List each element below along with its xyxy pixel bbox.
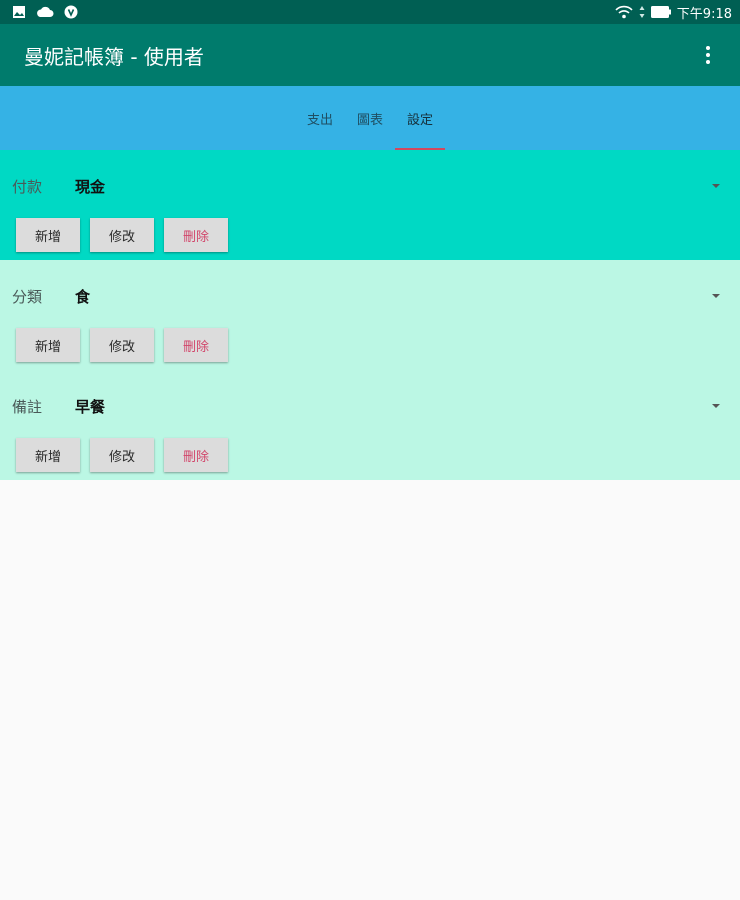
note-label: 備註 xyxy=(12,397,43,416)
note-field[interactable]: 備註 早餐 xyxy=(0,382,740,430)
payment-field[interactable]: 付款 現金 xyxy=(0,162,740,210)
payment-section: 付款 現金 新增 修改 刪除 xyxy=(0,150,740,260)
category-button-row: 新增 修改 刪除 xyxy=(16,328,228,362)
note-edit-button[interactable]: 修改 xyxy=(90,438,154,472)
payment-value[interactable]: 現金 xyxy=(75,176,105,197)
note-button-row: 新增 修改 刪除 xyxy=(16,438,228,472)
vpn-shield-icon xyxy=(64,5,78,19)
category-label: 分類 xyxy=(12,287,43,306)
tab-expense[interactable]: 支出 xyxy=(295,86,345,150)
payment-add-button[interactable]: 新增 xyxy=(16,218,80,252)
tab-settings[interactable]: 設定 xyxy=(395,86,445,150)
dropdown-arrow-icon[interactable] xyxy=(712,294,720,298)
app-bar: 曼妮記帳簿 - 使用者 xyxy=(0,24,740,86)
category-edit-button[interactable]: 修改 xyxy=(90,328,154,362)
category-field[interactable]: 分類 食 xyxy=(0,272,740,320)
payment-button-row: 新增 修改 刪除 xyxy=(16,218,228,252)
category-section: 分類 食 新增 修改 刪除 備註 早餐 新增 修改 刪除 xyxy=(0,260,740,480)
status-bar: 下午9:18 xyxy=(0,0,740,24)
status-system: 下午9:18 xyxy=(615,3,732,22)
note-value[interactable]: 早餐 xyxy=(75,396,105,417)
payment-edit-button[interactable]: 修改 xyxy=(90,218,154,252)
status-notifications xyxy=(12,5,78,19)
signal-icon xyxy=(639,6,645,18)
payment-label: 付款 xyxy=(12,177,43,196)
category-value[interactable]: 食 xyxy=(75,286,90,307)
dropdown-arrow-icon[interactable] xyxy=(712,184,720,188)
dropdown-arrow-icon[interactable] xyxy=(712,404,720,408)
image-icon xyxy=(13,6,25,18)
tab-bar: 支出 圖表 設定 xyxy=(0,86,740,150)
wifi-icon xyxy=(615,5,633,19)
note-add-button[interactable]: 新增 xyxy=(16,438,80,472)
category-delete-button[interactable]: 刪除 xyxy=(164,328,228,362)
tab-chart[interactable]: 圖表 xyxy=(345,86,395,150)
category-add-button[interactable]: 新增 xyxy=(16,328,80,362)
cloud-icon xyxy=(37,6,54,17)
status-time: 下午9:18 xyxy=(676,6,732,22)
payment-delete-button[interactable]: 刪除 xyxy=(164,218,228,252)
app-title: 曼妮記帳簿 - 使用者 xyxy=(24,44,204,69)
more-vert-icon[interactable] xyxy=(696,35,720,75)
note-delete-button[interactable]: 刪除 xyxy=(164,438,228,472)
battery-icon xyxy=(650,6,671,18)
